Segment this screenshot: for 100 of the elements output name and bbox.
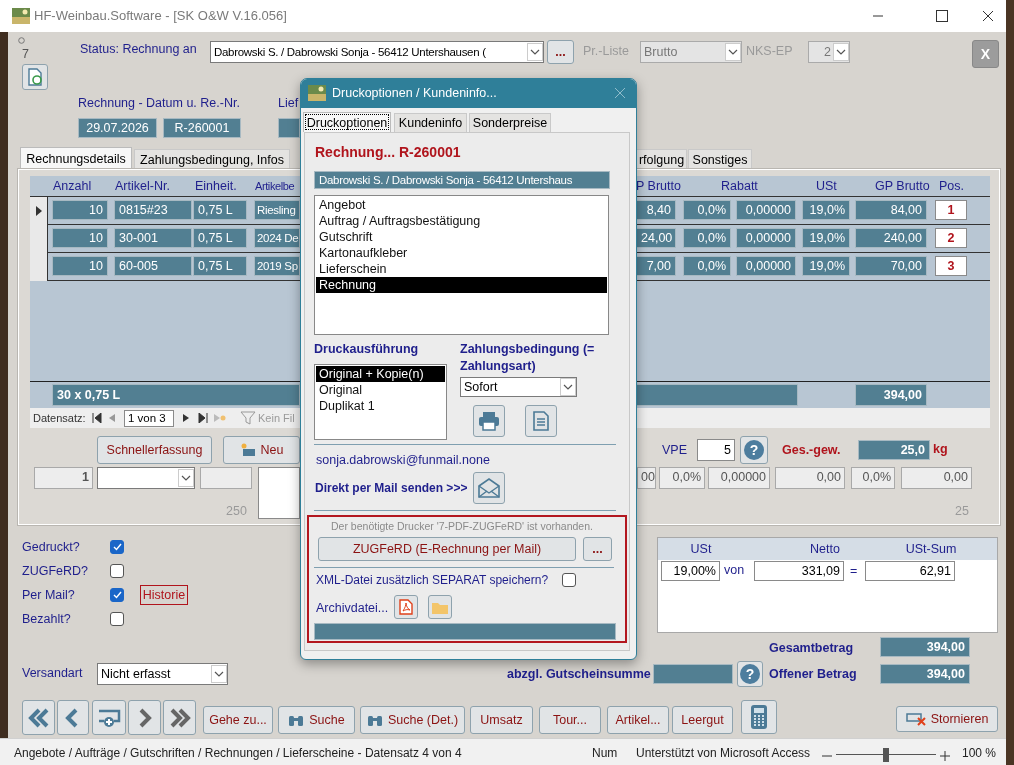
list-item[interactable]: Angebot [316,197,607,213]
table-cell: 19,0% [802,200,850,220]
toolbar-button[interactable]: Tour... [539,706,601,734]
print-button[interactable] [473,405,505,437]
value-field[interactable]: 00 [637,467,656,489]
quick-entry-button[interactable]: Schnellerfassung [97,436,212,464]
next-button[interactable] [128,700,161,735]
column-header: Pos. [939,178,965,194]
tab[interactable]: Rechnungsdetails [20,147,132,169]
input-field[interactable] [200,467,252,489]
quantity-field[interactable]: 1 [34,467,93,489]
value-field[interactable]: 0,00 [901,467,972,489]
refresh-button[interactable] [22,64,48,90]
table-cell: Riesling [254,200,300,220]
print-mode-label: Druckausführung [314,341,420,357]
checkbox[interactable] [110,588,124,602]
record-selector[interactable] [30,253,48,281]
checkbox[interactable] [562,573,576,587]
list-item[interactable]: Original [316,382,445,398]
more-button[interactable]: ... [583,537,612,561]
tab[interactable]: Sonderpreise [469,113,551,132]
zoom-slider[interactable] [836,748,936,762]
column-header: Anzahl [53,178,93,194]
toolbar-button[interactable]: Artikel... [607,706,669,734]
list-item[interactable]: Kartonaufkleber [316,245,607,261]
toolbar-button[interactable]: Umsatz [470,706,533,734]
last-button[interactable] [163,700,196,735]
send-mail-button[interactable] [473,472,505,504]
customer-dropdown[interactable]: Dabrowski S. / Dabrowski Sonja - 56412 Untershausen ( [210,41,544,63]
sum-total-field: 394,00 [855,384,927,406]
slider-thumb[interactable] [883,748,889,762]
record-position-field[interactable]: 1 von 3 [124,409,174,427]
document-list-icon [533,411,549,431]
date-label: Rechnung - Datum u. Re.-Nr. [78,95,241,111]
character-counter: 25 [955,503,970,519]
history-button[interactable]: Historie [140,585,188,605]
value-field[interactable]: 0,00000 [708,467,770,489]
cancel-icon [905,712,926,726]
list-item[interactable]: Rechnung [316,277,607,293]
delivery-label: Lief [278,95,300,111]
toolbar-button[interactable]: Suche [278,706,355,734]
new-button[interactable]: Neu [223,436,300,464]
table-cell: 0815#23 [114,200,192,220]
dialog-title: Druckoptionen / Kundeninfo... [332,85,498,101]
first-button[interactable] [22,700,55,735]
position-field[interactable]: 1 [935,200,967,220]
toolbar-button[interactable]: Leergut [672,706,733,734]
toolbar-button[interactable]: Gehe zu... [203,706,273,734]
status-label: Status: Rechnung an [80,41,198,57]
position-field[interactable]: 2 [935,228,967,248]
record-selector[interactable] [30,197,48,225]
tab[interactable]: Kundeninfo [394,113,467,132]
date-field: 29.07.2026 [78,118,157,138]
toolbar-button[interactable]: Suche (Det.) [360,706,465,734]
tab[interactable]: Zahlungsbedingung, Infos [134,149,290,169]
more-button[interactable]: ... [547,40,574,64]
tab[interactable]: Druckoptionen [303,112,391,132]
column-header: USt [689,541,713,557]
payment-dropdown[interactable]: Sofort [460,377,577,397]
list-item[interactable]: Gutschrift [316,229,607,245]
checkbox[interactable] [110,612,124,626]
shipping-dropdown[interactable]: Nicht erfasst [97,663,228,685]
list-item[interactable]: Original + Kopie(n) [316,366,445,382]
pdf-button[interactable] [394,595,418,619]
cancel-invoice-button[interactable]: Stornieren [896,706,998,732]
checkbox[interactable] [110,564,124,578]
zugferd-button[interactable]: ZUGFeRD (E-Rechnung per Mail) [318,537,576,561]
value-field[interactable]: 0,00 [775,467,845,489]
table-cell: 10 [52,256,108,276]
table-cell: 10 [52,200,108,220]
value-field[interactable]: 0,0% [851,467,895,489]
table-cell: 2019 Sp [254,256,300,276]
archive-label: Archivdatei... [316,600,388,616]
net-field: 331,09 [754,561,844,581]
table-cell: 70,00 [855,256,927,276]
previous-button[interactable] [57,700,89,735]
checkbox[interactable] [110,540,124,554]
nks-dropdown[interactable]: 2 [808,41,850,63]
list-item[interactable]: Auftrag / Auftragsbestätigung [316,213,607,229]
column-header: P Brutto [636,178,682,194]
table-cell: 0,00000 [736,228,796,248]
list-item[interactable]: Lieferschein [316,261,607,277]
value-field[interactable]: 0,0% [659,467,705,489]
new-record-button[interactable] [92,700,126,735]
new-item-icon [239,443,256,457]
tab[interactable]: rfolgung [636,149,687,169]
article-dropdown[interactable] [97,467,195,489]
calculator-button[interactable] [741,700,777,734]
tab[interactable]: Sonstiges [688,149,752,169]
list-item[interactable]: Duplikat 1 [316,398,445,414]
vpe-field[interactable]: 5 [697,439,735,461]
navigator-label: Datensatz: [33,411,87,426]
table-cell: 60-005 [114,256,192,276]
position-field[interactable]: 3 [935,256,967,276]
description-field[interactable] [258,467,300,519]
pdf-icon [399,599,413,615]
filter-icon [240,410,256,426]
flag-label: Bezahlt? [22,611,72,627]
preview-button[interactable] [525,405,557,437]
nks-label: NKS-EP [746,43,794,59]
